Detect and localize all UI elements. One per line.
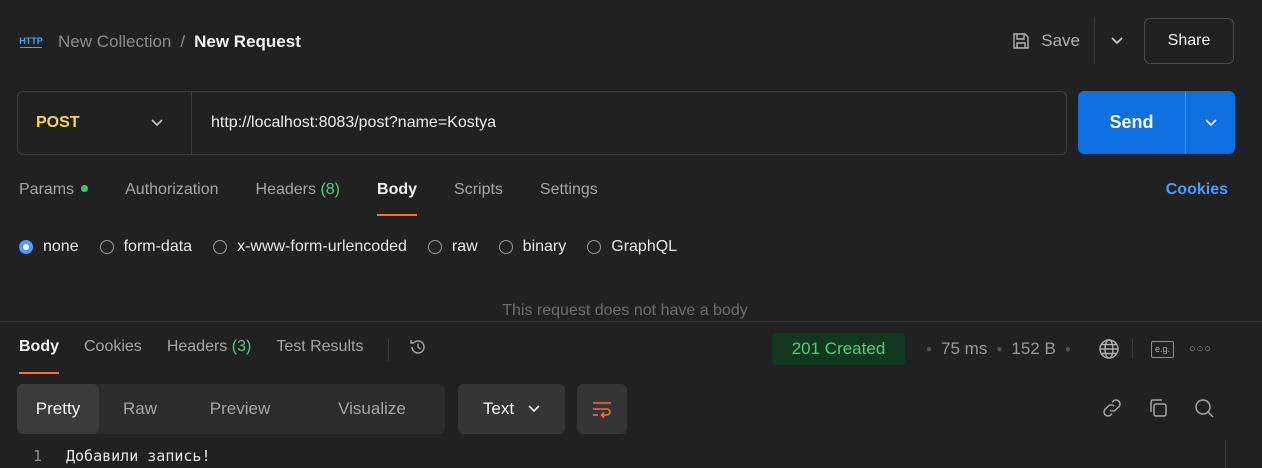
radio-label: raw	[451, 238, 478, 255]
radio-indicator	[99, 240, 114, 254]
radio-none[interactable]: none	[19, 238, 79, 256]
params-active-dot	[81, 185, 89, 193]
tab-body[interactable]: Body	[377, 172, 418, 216]
format-select[interactable]: Text	[458, 384, 565, 434]
radio-binary[interactable]: binary	[498, 238, 567, 256]
breadcrumb-separator: /	[180, 32, 186, 51]
response-tools	[1100, 396, 1216, 420]
radio-label: binary	[522, 238, 567, 255]
url-input[interactable]	[192, 92, 1066, 154]
meta-dot: ●	[1064, 343, 1071, 355]
wrap-lines-button[interactable]	[577, 384, 627, 434]
radio-label: none	[43, 238, 79, 255]
tab-settings[interactable]: Settings	[540, 172, 598, 216]
response-size[interactable]: 152 B	[1011, 339, 1055, 359]
meta-dot: ●	[996, 343, 1003, 355]
header-actions: Save Share	[1003, 18, 1234, 64]
more-options-icon[interactable]: ○○○	[1189, 343, 1212, 355]
response-tab-cookies[interactable]: Cookies	[84, 330, 142, 374]
chevron-down-icon	[1204, 118, 1217, 126]
radio-raw[interactable]: raw	[427, 238, 478, 256]
search-icon[interactable]	[1192, 396, 1216, 420]
tab-headers[interactable]: Headers (8)	[256, 172, 341, 216]
view-pretty[interactable]: Pretty	[17, 384, 99, 434]
radio-label: GraphQL	[611, 238, 678, 255]
tab-divider	[388, 339, 390, 361]
request-title[interactable]: New Request	[194, 32, 301, 52]
response-tab-body[interactable]: Body	[19, 330, 59, 374]
tab-params-label: Params	[19, 181, 75, 198]
radio-indicator	[498, 240, 513, 254]
format-value: Text	[482, 399, 515, 418]
radio-graphql[interactable]: GraphQL	[587, 238, 677, 256]
response-code-line: 1 Добавили запись!	[0, 444, 1225, 468]
globe-icon[interactable]	[1098, 338, 1120, 360]
tab-authorization[interactable]: Authorization	[125, 172, 218, 216]
http-request-icon: HTTP	[19, 36, 43, 48]
response-time[interactable]: 75 ms	[941, 339, 987, 359]
send-options-button[interactable]	[1185, 91, 1235, 154]
response-headers-label: Headers	[166, 338, 228, 355]
save-button[interactable]: Save	[1003, 18, 1094, 64]
radio-label: x-www-form-urlencoded	[237, 238, 407, 255]
response-tab-test-results[interactable]: Test Results	[276, 330, 363, 374]
radio-label: form-data	[123, 238, 193, 255]
body-type-radios: none form-data x-www-form-urlencoded raw…	[19, 236, 698, 258]
radio-indicator	[19, 240, 33, 254]
response-headers-count: (3)	[231, 338, 252, 355]
copy-icon[interactable]	[1146, 396, 1170, 420]
cookies-link[interactable]: Cookies	[1166, 181, 1228, 199]
request-tabs: Params Authorization Headers (8) Body Sc…	[19, 172, 635, 216]
pane-divider[interactable]	[0, 321, 1262, 322]
radio-x-www-form-urlencoded[interactable]: x-www-form-urlencoded	[213, 238, 407, 256]
tab-params[interactable]: Params	[19, 172, 89, 216]
breadcrumb-collection[interactable]: New Collection	[58, 32, 171, 52]
chevron-down-icon	[151, 119, 163, 127]
response-meta-icons: e.g. ○○○	[1098, 333, 1212, 365]
headers-count: (8)	[320, 181, 341, 198]
line-text: Добавили запись!	[66, 447, 211, 465]
radio-indicator	[587, 240, 602, 254]
chevron-down-icon	[528, 405, 540, 413]
response-view-selector: Pretty Raw Preview Visualize	[17, 384, 445, 434]
method-select[interactable]: POST	[18, 92, 192, 154]
meta-dot: ●	[926, 343, 933, 355]
send-button[interactable]: Send	[1078, 91, 1185, 154]
line-number: 1	[32, 447, 42, 465]
empty-body-message: This request does not have a body	[502, 302, 748, 319]
share-button[interactable]: Share	[1144, 18, 1234, 64]
chevron-down-icon	[1110, 37, 1123, 45]
scrollbar[interactable]	[1225, 440, 1226, 468]
response-tabs: Body Cookies Headers (3) Test Results	[19, 330, 428, 374]
view-raw[interactable]: Raw	[99, 384, 181, 434]
radio-indicator	[213, 240, 228, 254]
save-label: Save	[1041, 31, 1080, 50]
save-options-button[interactable]	[1094, 18, 1138, 64]
tab-scripts[interactable]: Scripts	[454, 172, 503, 216]
send-button-group: Send	[1078, 91, 1235, 154]
radio-form-data[interactable]: form-data	[99, 238, 193, 256]
method-value: POST	[36, 114, 80, 131]
history-icon[interactable]	[408, 330, 428, 374]
view-preview[interactable]: Preview	[181, 384, 299, 434]
icon-divider	[1132, 339, 1133, 359]
radio-indicator	[427, 240, 442, 254]
view-visualize[interactable]: Visualize	[299, 384, 445, 434]
link-icon[interactable]	[1100, 396, 1124, 420]
save-example-icon[interactable]: e.g.	[1151, 340, 1174, 358]
response-meta: ● 75 ms ● 152 B ●	[917, 333, 1080, 365]
tab-headers-label: Headers	[255, 181, 316, 198]
url-bar: POST	[17, 91, 1067, 155]
wrap-lines-icon	[593, 402, 611, 418]
response-tab-headers[interactable]: Headers (3)	[167, 330, 252, 374]
status-badge[interactable]: 201 Created	[772, 333, 905, 365]
save-icon	[1013, 33, 1029, 49]
